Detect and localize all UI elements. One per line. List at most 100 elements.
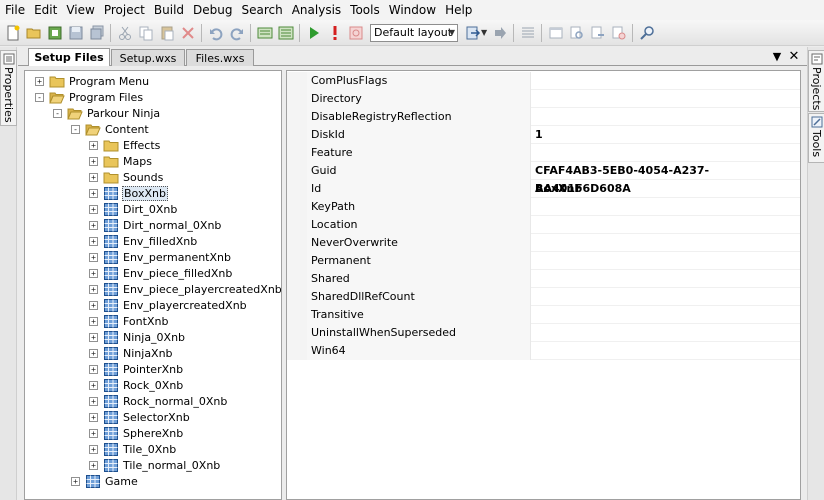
expand-icon[interactable]: + [89,284,98,294]
expand-icon[interactable]: + [89,428,98,438]
tree-node[interactable]: + Game [71,473,139,489]
tree-node[interactable]: + SelectorXnb [89,409,191,425]
tree-node[interactable]: + Ninja_0Xnb [89,329,186,345]
property-row[interactable]: Win64 [287,342,800,360]
menu-view[interactable]: View [61,0,98,20]
expand-icon[interactable]: + [89,348,98,358]
tree-node[interactable]: + BoxXnb [89,185,168,201]
expand-icon[interactable]: + [89,140,98,150]
find-in-files-button[interactable] [566,22,587,43]
expand-icon[interactable]: + [89,156,98,166]
menu-search[interactable]: Search [236,0,286,20]
properties-dock-tab[interactable]: Properties [0,50,17,126]
open-button[interactable] [23,22,44,43]
property-row[interactable]: SharedDllRefCount [287,288,800,306]
build-button[interactable] [254,22,275,43]
tree-node[interactable]: + Effects [89,137,161,153]
expand-icon[interactable]: + [89,252,98,262]
tab-setup-files[interactable]: Setup Files [28,48,110,66]
expand-icon[interactable]: + [89,380,98,390]
property-value[interactable] [531,144,800,162]
expand-icon[interactable]: + [71,476,80,486]
tree-node[interactable]: + Tile_normal_0Xnb [89,457,221,473]
tab-list-dropdown-icon[interactable]: ▼ [770,49,784,64]
property-value[interactable]: CFAF4AB3-5EB0-4054-A237-AA401F6D608A [531,162,800,195]
property-row[interactable]: Guid CFAF4AB3-5EB0-4054-A237-AA401F6D608A [287,162,800,195]
menu-analysis[interactable]: Analysis [287,0,345,20]
stop-button[interactable] [345,22,366,43]
cut-button[interactable] [114,22,135,43]
property-row[interactable]: Transitive [287,306,800,324]
layout-dropdown[interactable]: Default layout ▼ [370,23,458,42]
menu-project[interactable]: Project [99,0,149,20]
window-button[interactable] [545,22,566,43]
chevron-down-icon[interactable]: ▼ [481,28,487,37]
close-icon[interactable]: ✕ [787,49,801,64]
menu-window[interactable]: Window [384,0,440,20]
open-project-button[interactable] [44,22,65,43]
property-row[interactable]: Id BoxXnb [287,180,800,198]
navigate-forward-button[interactable] [489,22,510,43]
expand-icon[interactable]: + [89,460,98,470]
property-value[interactable]: BoxXnb [531,180,800,198]
property-value[interactable] [531,270,800,288]
tree-node[interactable]: + Sounds [89,169,164,185]
copy-button[interactable] [135,22,156,43]
property-row[interactable]: Feature [287,144,800,162]
break-button[interactable] [324,22,345,43]
menu-build[interactable]: Build [149,0,188,20]
property-row[interactable]: Shared [287,270,800,288]
tree-node[interactable]: + Env_piece_filledXnb [89,265,233,281]
undo-button[interactable] [205,22,226,43]
tree-node[interactable]: + Dirt_0Xnb [89,201,178,217]
tree-node[interactable]: + Env_filledXnb [89,233,198,249]
outline-button[interactable] [517,22,538,43]
tab-setup-wxs[interactable]: Setup.wxs [111,49,185,66]
expand-icon[interactable]: + [89,300,98,310]
expand-icon[interactable]: + [89,204,98,214]
collapse-icon[interactable]: - [35,92,44,102]
collapse-icon[interactable]: - [71,124,80,134]
property-value[interactable] [531,108,800,126]
tree-node[interactable]: + SphereXnb [89,425,184,441]
property-value[interactable] [531,306,800,324]
search-button[interactable] [636,22,657,43]
tab-files-wxs[interactable]: Files.wxs [186,49,254,66]
expand-icon[interactable]: + [89,364,98,374]
expand-icon[interactable]: + [89,332,98,342]
save-all-button[interactable] [86,22,107,43]
tree-node[interactable]: + NinjaXnb [89,345,174,361]
projects-dock-tab[interactable]: Projects [808,50,824,112]
property-value[interactable] [531,288,800,306]
tree-node[interactable]: + Rock_normal_0Xnb [89,393,228,409]
property-row[interactable]: Directory [287,90,800,108]
property-row[interactable]: ComPlusFlags [287,72,800,90]
paste-button[interactable] [156,22,177,43]
property-row[interactable]: DiskId 1 [287,126,800,144]
expand-icon[interactable]: + [89,268,98,278]
tree-node[interactable]: + Program Menu [35,73,150,89]
property-value[interactable]: 1 [531,126,800,144]
property-value[interactable] [531,72,800,90]
tree-node[interactable]: + FontXnb [89,313,169,329]
tree-node[interactable]: + Dirt_normal_0Xnb [89,217,222,233]
property-value[interactable] [531,216,800,234]
tree-node[interactable]: + Env_playercreatedXnb [89,297,248,313]
menu-edit[interactable]: Edit [29,0,61,20]
run-button[interactable] [303,22,324,43]
menu-file[interactable]: File [0,0,29,20]
tree-node[interactable]: + Rock_0Xnb [89,377,184,393]
expand-icon[interactable]: + [35,76,44,86]
expand-icon[interactable]: + [89,444,98,454]
tree-node[interactable]: + Maps [89,153,153,169]
property-value[interactable] [531,252,800,270]
tree-node[interactable]: - Program Files [35,89,144,105]
tools-dock-tab[interactable]: Tools [808,113,824,163]
navigate-button[interactable] [462,22,483,43]
redo-button[interactable] [226,22,247,43]
property-value[interactable] [531,198,800,216]
tree-node[interactable]: - Content [71,121,150,137]
tree-node[interactable]: + PointerXnb [89,361,184,377]
property-row[interactable]: NeverOverwrite [287,234,800,252]
property-row[interactable]: DisableRegistryReflection [287,108,800,126]
